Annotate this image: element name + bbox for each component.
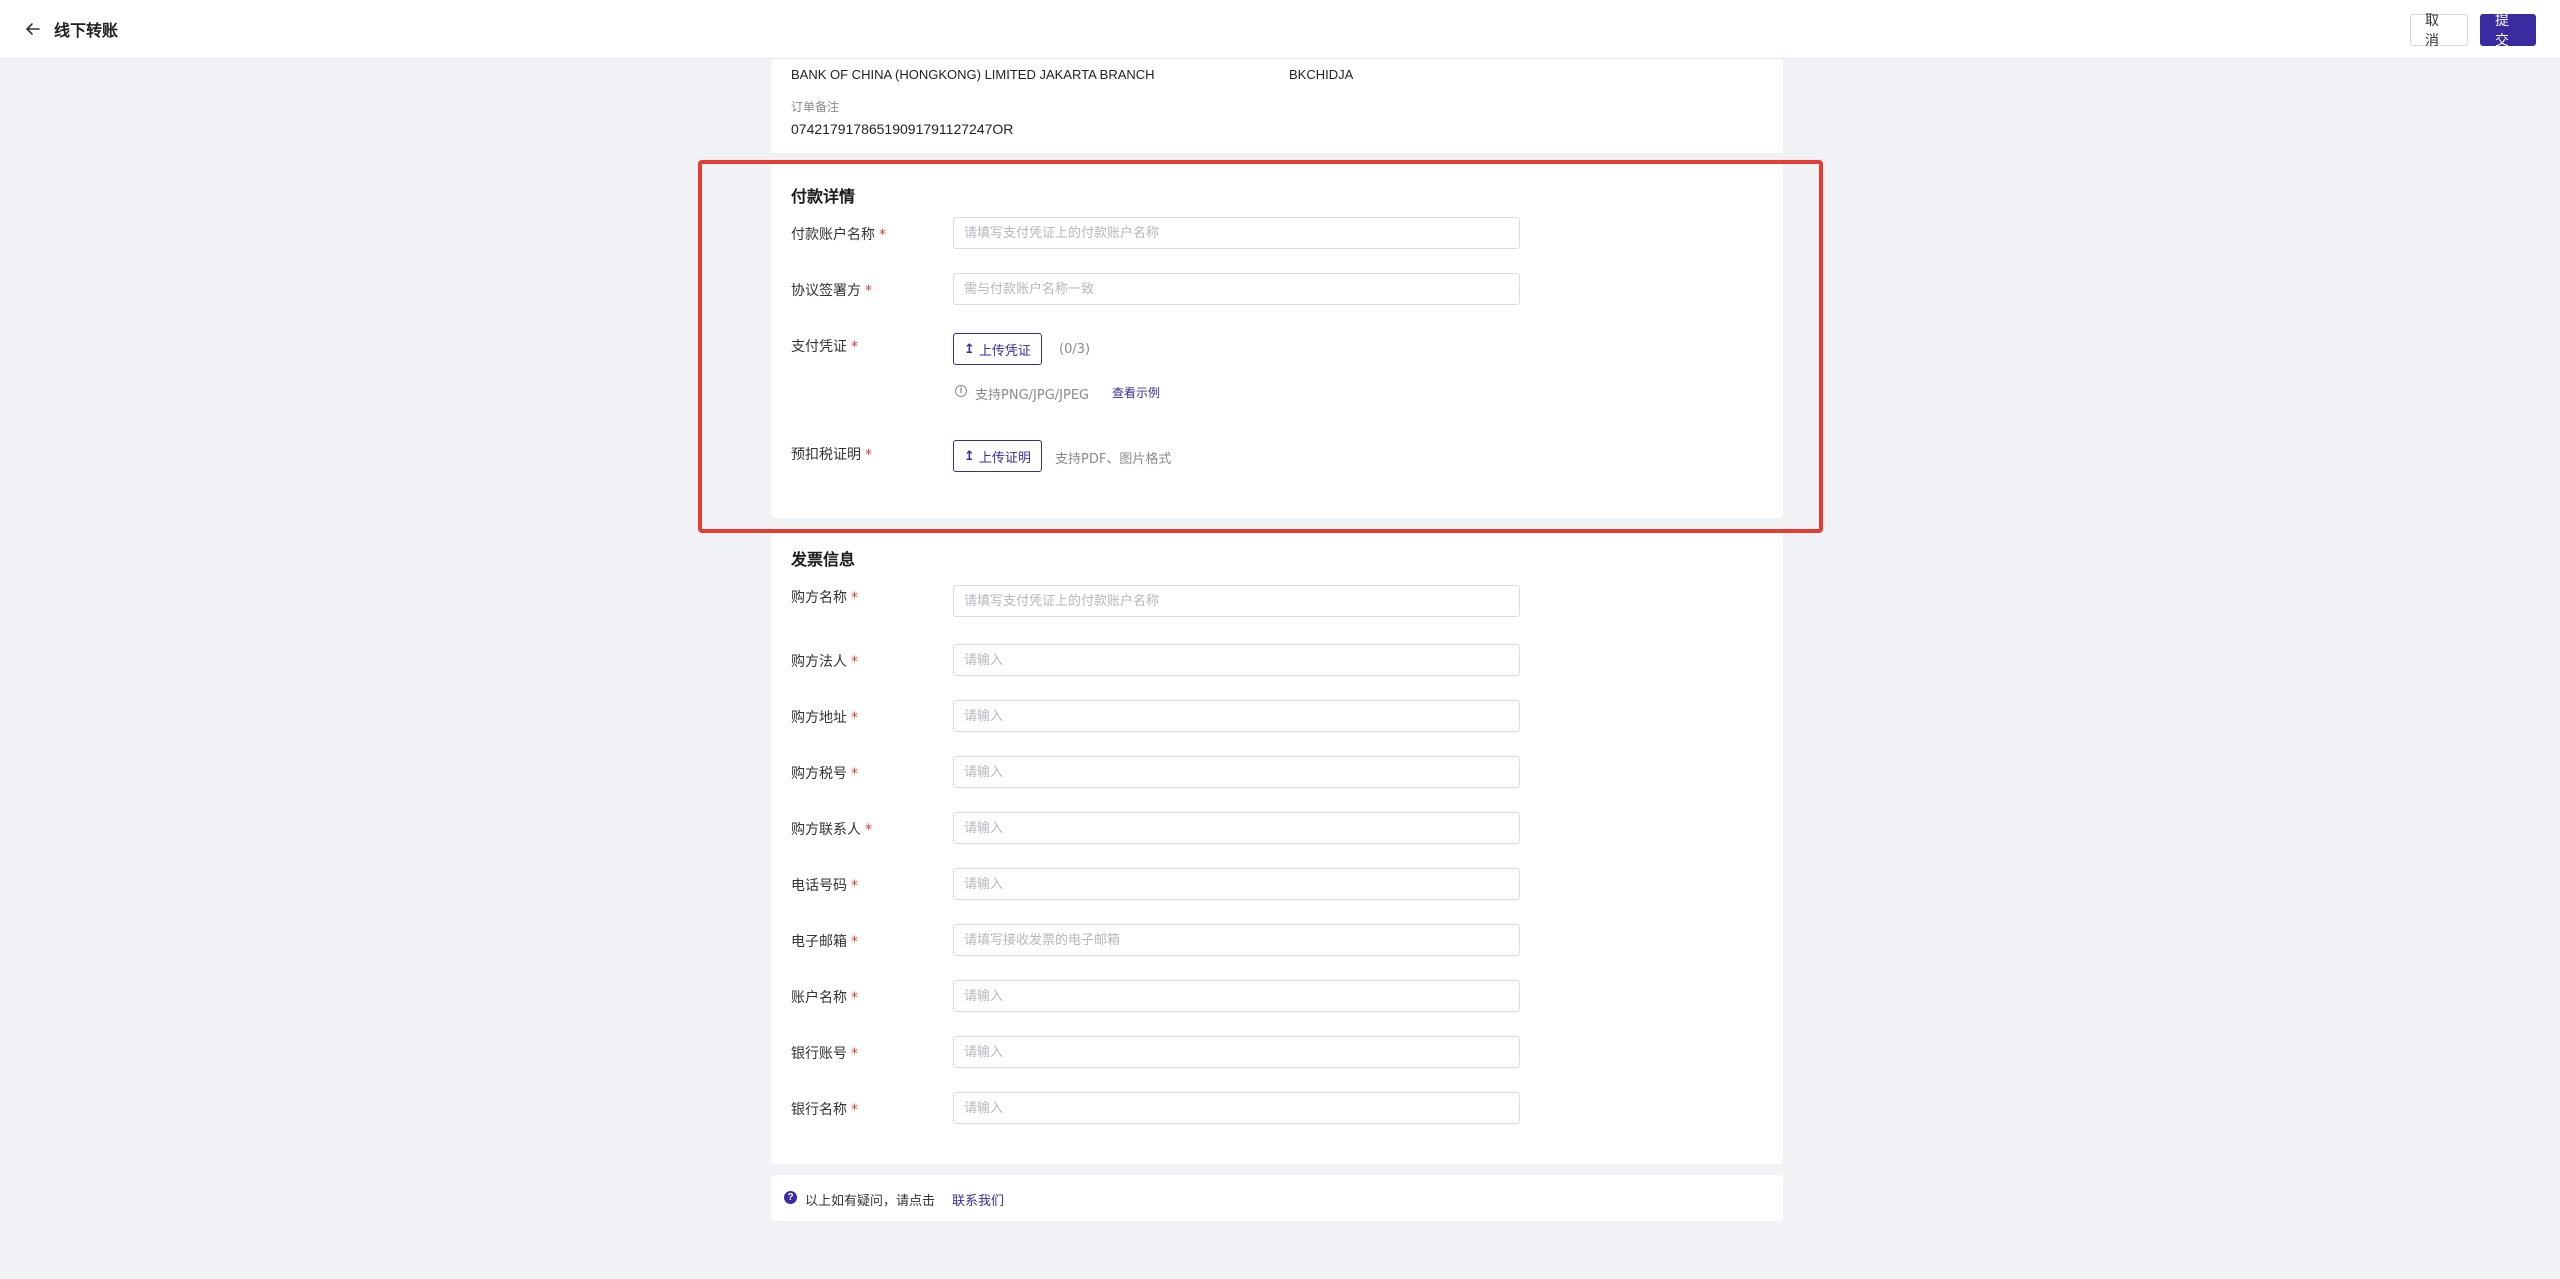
bank-name: BANK OF CHINA (HONGKONG) LIMITED JAKARTA… [791, 67, 1155, 82]
top-bar: 线下转账 取消 提交 [0, 0, 2560, 59]
submit-button[interactable]: 提交 [2480, 13, 2536, 49]
buyer-tax-id-input[interactable] [953, 756, 1520, 788]
order-remark-label: 订单备注 [791, 100, 840, 114]
buyer-contact-input[interactable] [953, 812, 1520, 844]
upload-icon: ↥ [964, 448, 975, 464]
buyer-address-label: 购方地址 * [791, 710, 858, 726]
view-example-link[interactable]: 查看示例 [1112, 384, 1160, 401]
payer-name-label: 付款账户名称 * [791, 227, 886, 243]
voucher-format-hint: 支持PNG/JPG/JPEG [975, 388, 1090, 403]
order-remark-value: 0742179178651909179112724​7OR [791, 121, 1014, 137]
voucher-count: (0/3) [1059, 342, 1091, 357]
buyer-name-label: 购方名称 * [791, 590, 858, 606]
email-input[interactable] [953, 924, 1520, 956]
upload-tax-cert-label: 上传证明 [978, 450, 1031, 466]
bank-name-input[interactable] [953, 1092, 1520, 1124]
cancel-button[interactable]: 取消 [2410, 13, 2468, 49]
buyer-legal-rep-input[interactable] [953, 644, 1520, 676]
contact-us-link[interactable]: 联系我们 [952, 1190, 1004, 1209]
phone-input[interactable] [953, 868, 1520, 900]
bank-account-label: 银行账号 * [791, 1046, 858, 1062]
buyer-legal-rep-label: 购方法人 * [791, 654, 858, 670]
tax-cert-label: 预扣税证明 * [791, 447, 872, 463]
upload-tax-cert-button[interactable]: ↥ 上传证明 [953, 440, 1042, 472]
info-icon: i [955, 385, 967, 397]
tax-cert-format-hint: 支持PDF、图片格式 [1055, 452, 1172, 467]
upload-voucher-button[interactable]: ↥ 上传凭证 [953, 333, 1042, 365]
signatory-label: 协议签署方 * [791, 283, 872, 299]
back-arrow-icon[interactable] [22, 18, 44, 40]
payment-section-title: 付款详情 [791, 187, 856, 206]
payment-details-card: 付款详情 付款账户名称* 协议签署方* 支付凭证* ↥ 上传凭证 (0/3) i… [771, 163, 1783, 518]
account-name-label: 账户名称 * [791, 990, 858, 1006]
bank-name-label: 银行名称 * [791, 1102, 858, 1118]
buyer-address-input[interactable] [953, 700, 1520, 732]
bank-account-input[interactable] [953, 1036, 1520, 1068]
payer-name-input[interactable] [953, 217, 1520, 249]
buyer-name-input[interactable] [953, 585, 1520, 617]
page-title: 线下转账 [54, 23, 119, 40]
invoice-info-card: 发票信息 购方名称* 购方法人* 购方地址* 购方税号* 购方联系人* 电话号码… [771, 528, 1783, 1164]
help-text: 以上如有疑问，请点击 [805, 1194, 936, 1209]
email-label: 电子邮箱 * [791, 934, 858, 950]
question-icon: ? [784, 1191, 797, 1204]
voucher-label: 支付凭证 * [791, 339, 858, 355]
swift-code: BKCHIDJA [1289, 67, 1354, 82]
buyer-contact-label: 购方联系人 * [791, 822, 872, 838]
buyer-tax-id-label: 购方税号 * [791, 766, 858, 782]
phone-label: 电话号码 * [791, 878, 858, 894]
invoice-section-title: 发票信息 [791, 550, 856, 569]
signatory-input[interactable] [953, 273, 1520, 305]
upload-voucher-label: 上传凭证 [978, 343, 1031, 359]
account-name-input[interactable] [953, 980, 1520, 1012]
upload-icon: ↥ [964, 341, 975, 357]
help-footer-card: ? 以上如有疑问，请点击 联系我们 [771, 1175, 1783, 1221]
bank-info-card: BANK OF CHINA (HONGKONG) LIMITED JAKARTA… [771, 59, 1783, 153]
